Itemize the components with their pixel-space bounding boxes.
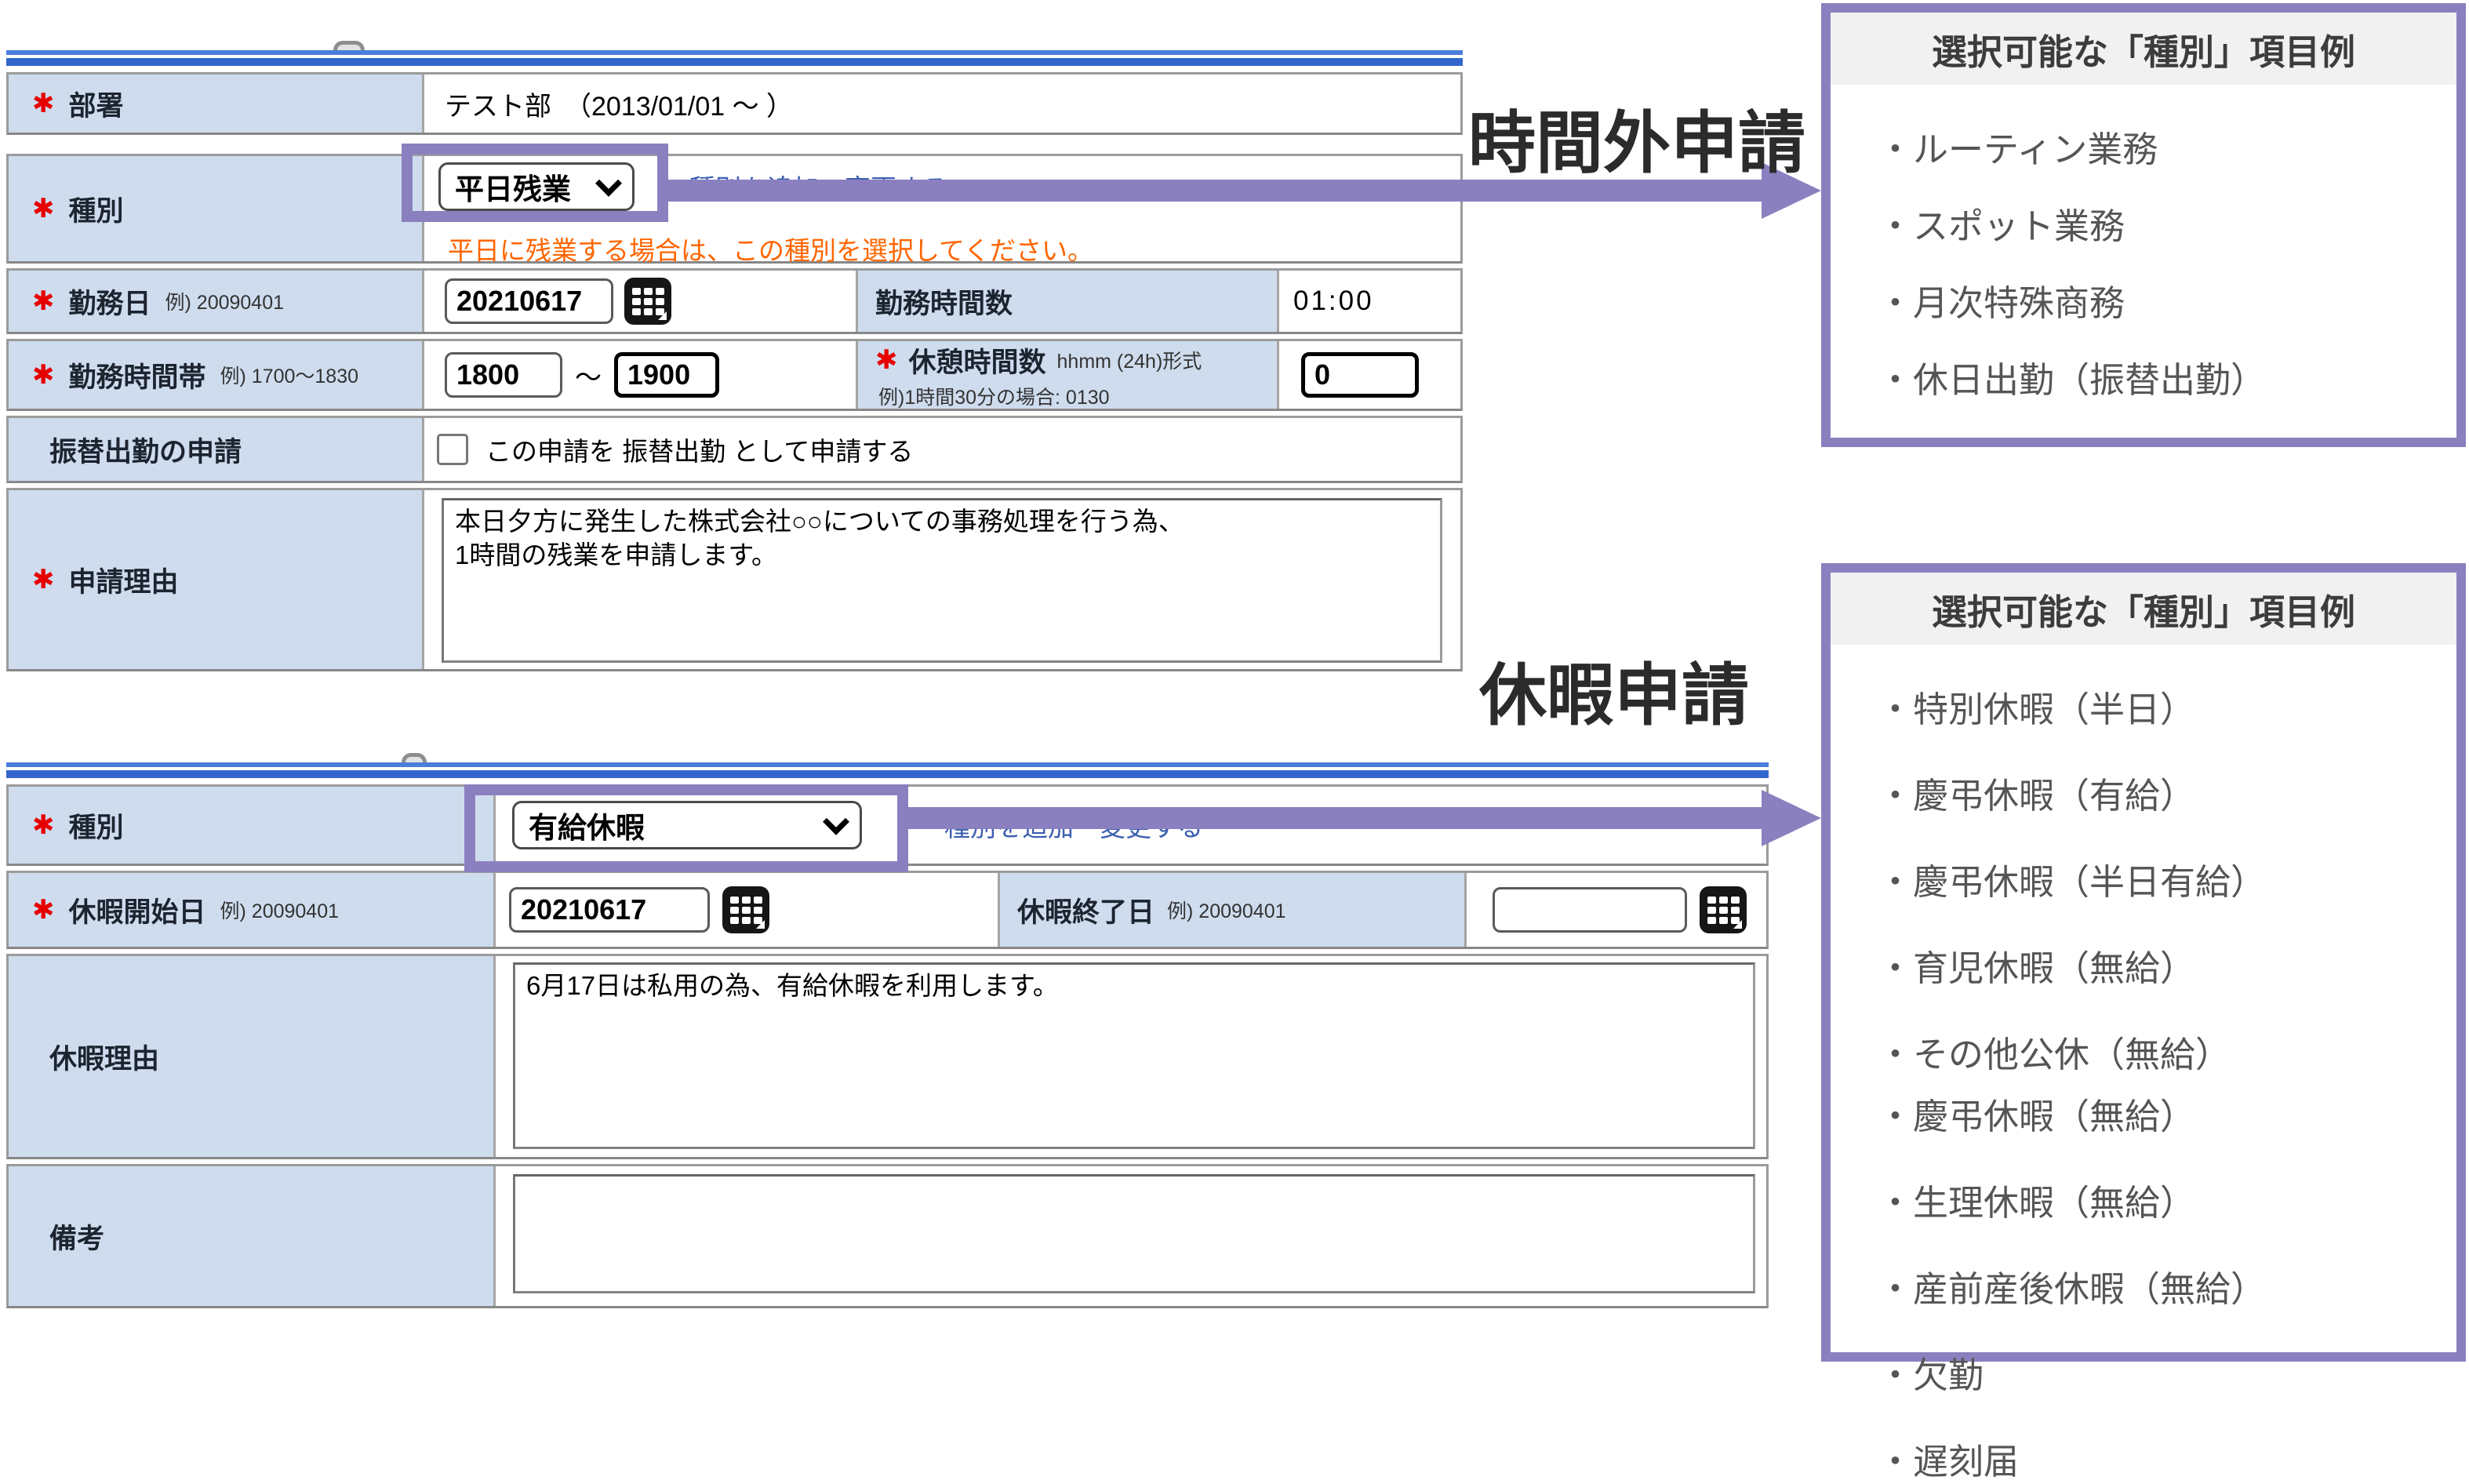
- work-date-label-cell: ✱ 勤務日 例) 20090401: [9, 271, 424, 332]
- overtime-arrow: [667, 180, 1763, 202]
- break-time-example-hint: 例)1時間30分の場合: 0130: [878, 382, 1110, 410]
- type-label-cell: ✱ 種別: [9, 156, 424, 261]
- substitute-label: 振替出勤の申請: [49, 430, 242, 470]
- form-row-vacation-reason: 休暇理由 6月17日は私用の為、有給休暇を利用します。: [6, 954, 1769, 1159]
- vacation-start-label: 休暇開始日: [69, 890, 206, 930]
- required-asterisk: ✱: [32, 564, 55, 595]
- required-asterisk: ✱: [32, 359, 55, 391]
- section-header-bar: [6, 50, 1463, 66]
- calendar-fold: [1733, 920, 1742, 929]
- vacation-type-highlight-box: [464, 784, 908, 872]
- substitute-checkbox-label: この申請を 振替出勤 として申請する: [485, 431, 913, 468]
- overtime-type-highlight-box: [402, 144, 668, 222]
- type-option-item: ・慶弔休暇（有給）: [1878, 767, 2441, 818]
- department-value: テスト部 （2013/01/01 ～ ）: [445, 85, 793, 123]
- type-option-item: ・生理休暇（無給）: [1878, 1174, 2441, 1225]
- work-range-label-cell: ✱ 勤務時間帯 例) 1700～1830: [9, 341, 424, 409]
- work-hours-label: 勤務時間数: [875, 282, 1013, 322]
- vacation-arrow-head: [1762, 790, 1821, 846]
- calendar-icon[interactable]: [624, 278, 671, 325]
- work-date-label: 勤務日: [69, 282, 151, 322]
- type-option-item: ・産前産後休暇（無給）: [1878, 1260, 2441, 1311]
- work-end-input[interactable]: [614, 352, 719, 398]
- vacation-start-input[interactable]: [509, 887, 710, 933]
- vacation-end-hint: 例) 20090401: [1167, 896, 1286, 924]
- required-asterisk: ✱: [32, 894, 55, 926]
- form-row-substitute: 振替出勤の申請 この申請を 振替出勤 として申請する: [6, 416, 1463, 483]
- type-option-item: ・遅刻届: [1878, 1433, 2441, 1484]
- required-asterisk: ✱: [875, 344, 898, 376]
- type-option-item: ・欠勤: [1878, 1347, 2441, 1398]
- calendar-icon[interactable]: [722, 886, 769, 933]
- type-option-item: ・ルーティン業務: [1878, 121, 2441, 172]
- work-range-label: 勤務時間帯: [69, 355, 206, 395]
- required-asterisk: ✱: [32, 809, 55, 841]
- type-option-item: ・慶弔休暇（無給）: [1878, 1088, 2441, 1139]
- type-option-item: ・月次特殊商務: [1878, 275, 2441, 326]
- calendar-fold: [658, 311, 667, 320]
- form-row-work-date: ✱ 勤務日 例) 20090401 勤務時間数 01:00: [6, 268, 1463, 334]
- page: ✱ 部署 テスト部 （2013/01/01 ～ ） ✱ 種別 平日残業: [0, 0, 2469, 1376]
- reason-label: 申請理由: [69, 560, 179, 600]
- work-start-input[interactable]: [445, 352, 562, 398]
- break-time-format-hint: hhmm (24h)形式: [1057, 346, 1202, 374]
- type-label: 種別: [69, 189, 124, 229]
- vacation-options-box: 選択可能な「種別」項目例 ・特別休暇（半日） ・慶弔休暇（有給） ・慶弔休暇（半…: [1821, 563, 2466, 1362]
- vacation-reason-label-cell: 休暇理由: [9, 956, 496, 1157]
- form-row-work-range: ✱ 勤務時間帯 例) 1700～1830 ～ ✱ 休憩時間数 hhmm (24h…: [6, 339, 1463, 411]
- vacation-arrow: [905, 807, 1763, 829]
- calendar-icon[interactable]: [1700, 886, 1747, 933]
- work-range-hint: 例) 1700～1830: [220, 361, 359, 389]
- work-hours-value: 01:00: [1293, 286, 1374, 317]
- type-option-item: ・スポット業務: [1878, 198, 2441, 249]
- type-option-item: ・慶弔休暇（半日有給）: [1878, 853, 2441, 904]
- type-option-item: ・特別休暇（半日）: [1878, 681, 2441, 732]
- notes-label-cell: 備考: [9, 1166, 496, 1306]
- type-option-item: ・休日出勤（振替出勤）: [1878, 351, 2441, 402]
- overtime-options-box: 選択可能な「種別」項目例 ・ルーティン業務 ・スポット業務 ・月次特殊商務 ・休…: [1821, 3, 2466, 447]
- form-row-notes: 備考: [6, 1164, 1769, 1308]
- required-asterisk: ✱: [32, 193, 55, 224]
- overtime-options-header: 選択可能な「種別」項目例: [1831, 13, 2456, 85]
- overtime-form: ✱ 部署 テスト部 （2013/01/01 ～ ） ✱ 種別 平日残業: [6, 50, 1463, 676]
- calendar-fold: [756, 920, 765, 929]
- vacation-options-header: 選択可能な「種別」項目例: [1831, 573, 2456, 645]
- form-row-vacation-start: ✱ 休暇開始日 例) 20090401 休暇終了日 例) 20090401: [6, 871, 1769, 949]
- form-row-type: ✱ 種別 平日残業 種別を追加・変更する 平日に残業する場合は、この種別を選択し…: [6, 154, 1463, 264]
- break-time-input[interactable]: [1301, 352, 1419, 398]
- substitute-checkbox[interactable]: [437, 434, 468, 465]
- reason-textarea[interactable]: 本日夕方に発生した株式会社○○についての事務処理を行う為、 1時間の残業を申請し…: [442, 498, 1442, 663]
- form-row-department: ✱ 部署 テスト部 （2013/01/01 ～ ）: [6, 72, 1463, 135]
- notes-label: 備考: [49, 1217, 104, 1257]
- section-header-bar: [6, 762, 1769, 778]
- type-option-item: ・育児休暇（無給）: [1878, 940, 2441, 991]
- vacation-reason-label: 休暇理由: [49, 1037, 159, 1077]
- vacation-start-hint: 例) 20090401: [220, 896, 340, 924]
- form-row-reason: ✱ 申請理由 本日夕方に発生した株式会社○○についての事務処理を行う為、 1時間…: [6, 488, 1463, 671]
- substitute-label-cell: 振替出勤の申請: [9, 418, 424, 481]
- vacation-reason-textarea[interactable]: 6月17日は私用の為、有給休暇を利用します。: [513, 962, 1755, 1149]
- vacation-title: 休暇申請: [1479, 662, 1749, 729]
- notes-textarea[interactable]: [513, 1174, 1755, 1293]
- department-label-cell: ✱ 部署: [9, 75, 424, 133]
- vacation-type-label: 種別: [69, 806, 124, 846]
- vacation-type-label-cell: ✱ 種別: [9, 787, 496, 864]
- break-time-label: 休憩時間数: [909, 340, 1046, 380]
- type-option-item: ・その他公休（無給）: [1878, 1026, 2441, 1077]
- type-note: 平日に残業する場合は、この種別を選択してください。: [448, 230, 1460, 267]
- range-separator: ～: [575, 356, 602, 395]
- department-label: 部署: [69, 84, 124, 124]
- work-date-hint: 例) 20090401: [165, 287, 285, 315]
- required-asterisk: ✱: [32, 286, 55, 317]
- vacation-end-label: 休暇終了日: [1017, 890, 1155, 930]
- vacation-start-label-cell: ✱ 休暇開始日 例) 20090401: [9, 873, 496, 947]
- vacation-end-input[interactable]: [1493, 887, 1687, 933]
- overtime-title: 時間外申請: [1468, 110, 1805, 177]
- required-asterisk: ✱: [32, 88, 55, 119]
- reason-label-cell: ✱ 申請理由: [9, 490, 424, 669]
- work-date-input[interactable]: [445, 278, 613, 324]
